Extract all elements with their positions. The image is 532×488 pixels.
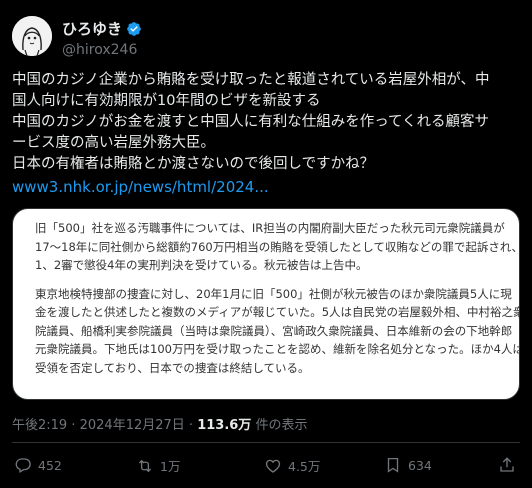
card-line: 金を渡したと供述したと複数のメディアが報じていた。5人は自民党の岩屋毅外相、中村… [35, 305, 520, 319]
tweet-line: 国人向けに有効期限が10年間のビザを新設する [12, 93, 321, 109]
quoted-image-card[interactable]: 旧「500」社を巡る汚職事件については、IR担当の内閣府副大臣だった秋元司元衆院… [12, 208, 520, 400]
reply-button[interactable]: 452 [14, 456, 62, 474]
verified-badge-icon [127, 21, 141, 36]
card-line: 17〜18年に同社側から総額約760万円相当の賄賂を受領したとして収賄などの罪で… [35, 239, 520, 254]
tweet-text: 中国のカジノ企業から賄賂を受け取ったと報道されている岩屋外相が、中 国人向けに有… [12, 70, 522, 175]
tweet-line: 中国のカジノがお金を渡すと中国人に有利な仕組みを作ってくれる顧客サ [12, 114, 490, 130]
tweet-time[interactable]: 午後2:19 [12, 418, 67, 433]
repost-button[interactable]: 1万 [136, 456, 180, 475]
bookmark-button[interactable]: 634 [384, 456, 432, 474]
display-name[interactable]: ひろゆき [62, 18, 142, 39]
card-line: 東京地検特捜部の捜査に対し、20年1月に旧「500」社側が秋元被告のほか衆院議員… [35, 286, 512, 301]
heart-icon [265, 459, 281, 473]
handle[interactable]: @hirox246 [62, 42, 142, 58]
avatar[interactable] [12, 16, 52, 56]
card-line: 院議員、船橋利実参院議員（当時は衆院議員）、宮崎政久衆院議員、日本維新の会の下地… [35, 323, 513, 338]
tweet-header: ひろゆき @hirox246 [12, 12, 520, 60]
share-icon [500, 457, 514, 472]
like-button[interactable]: 4.5万 [264, 456, 320, 475]
meta-separator: · [184, 418, 198, 433]
reply-icon [15, 458, 31, 473]
tweet-meta: 午後2:19 · 2024年12月27日 · 113.6万 件の表示 [12, 414, 307, 433]
repost-count: 1万 [160, 459, 181, 474]
card-line: 元衆院議員。下地氏は100万円を受け取ったことを認め、維新を除名処分となった。ほ… [35, 342, 520, 356]
display-name-text[interactable]: ひろゆき [62, 18, 122, 39]
share-button[interactable] [498, 456, 516, 474]
tweet-date[interactable]: 2024年12月27日 [80, 418, 185, 433]
like-count: 4.5万 [288, 459, 321, 474]
view-suffix: 件の表示 [251, 418, 308, 433]
tweet-line: 中国のカジノ企業から賄賂を受け取ったと報道されている岩屋外相が、中 [12, 72, 490, 88]
tweet-line: 日本の有権者は賄賂とか渡さないので後回しですかね？ [12, 156, 375, 172]
reply-count: 452 [38, 457, 62, 473]
card-line: 受領を否定しており、日本での捜査は終結している。 [35, 360, 310, 375]
action-bar: 452 1万 4.5万 634 [12, 456, 520, 480]
card-text: 旧「500」社を巡る汚職事件については、IR担当の内閣府副大臣だった秋元司元衆院… [35, 219, 520, 377]
meta-separator: · [67, 418, 80, 433]
bookmark-icon [387, 457, 399, 473]
repost-icon [138, 459, 152, 472]
bookmark-count: 634 [408, 457, 432, 473]
card-line: 1、2審で懲役4年の実刑判決を受けている。秋元被告は上告中。 [35, 258, 368, 272]
tweet-line: ービス度の高い岩屋外務大臣。 [12, 135, 215, 151]
divider [12, 442, 520, 443]
view-count: 113.6万 [197, 418, 252, 433]
tweet-link[interactable]: www3.nhk.or.jp/news/html/2024... [12, 178, 269, 196]
card-line: 旧「500」社を巡る汚職事件については、IR担当の内閣府副大臣だった秋元司元衆院… [35, 221, 505, 235]
